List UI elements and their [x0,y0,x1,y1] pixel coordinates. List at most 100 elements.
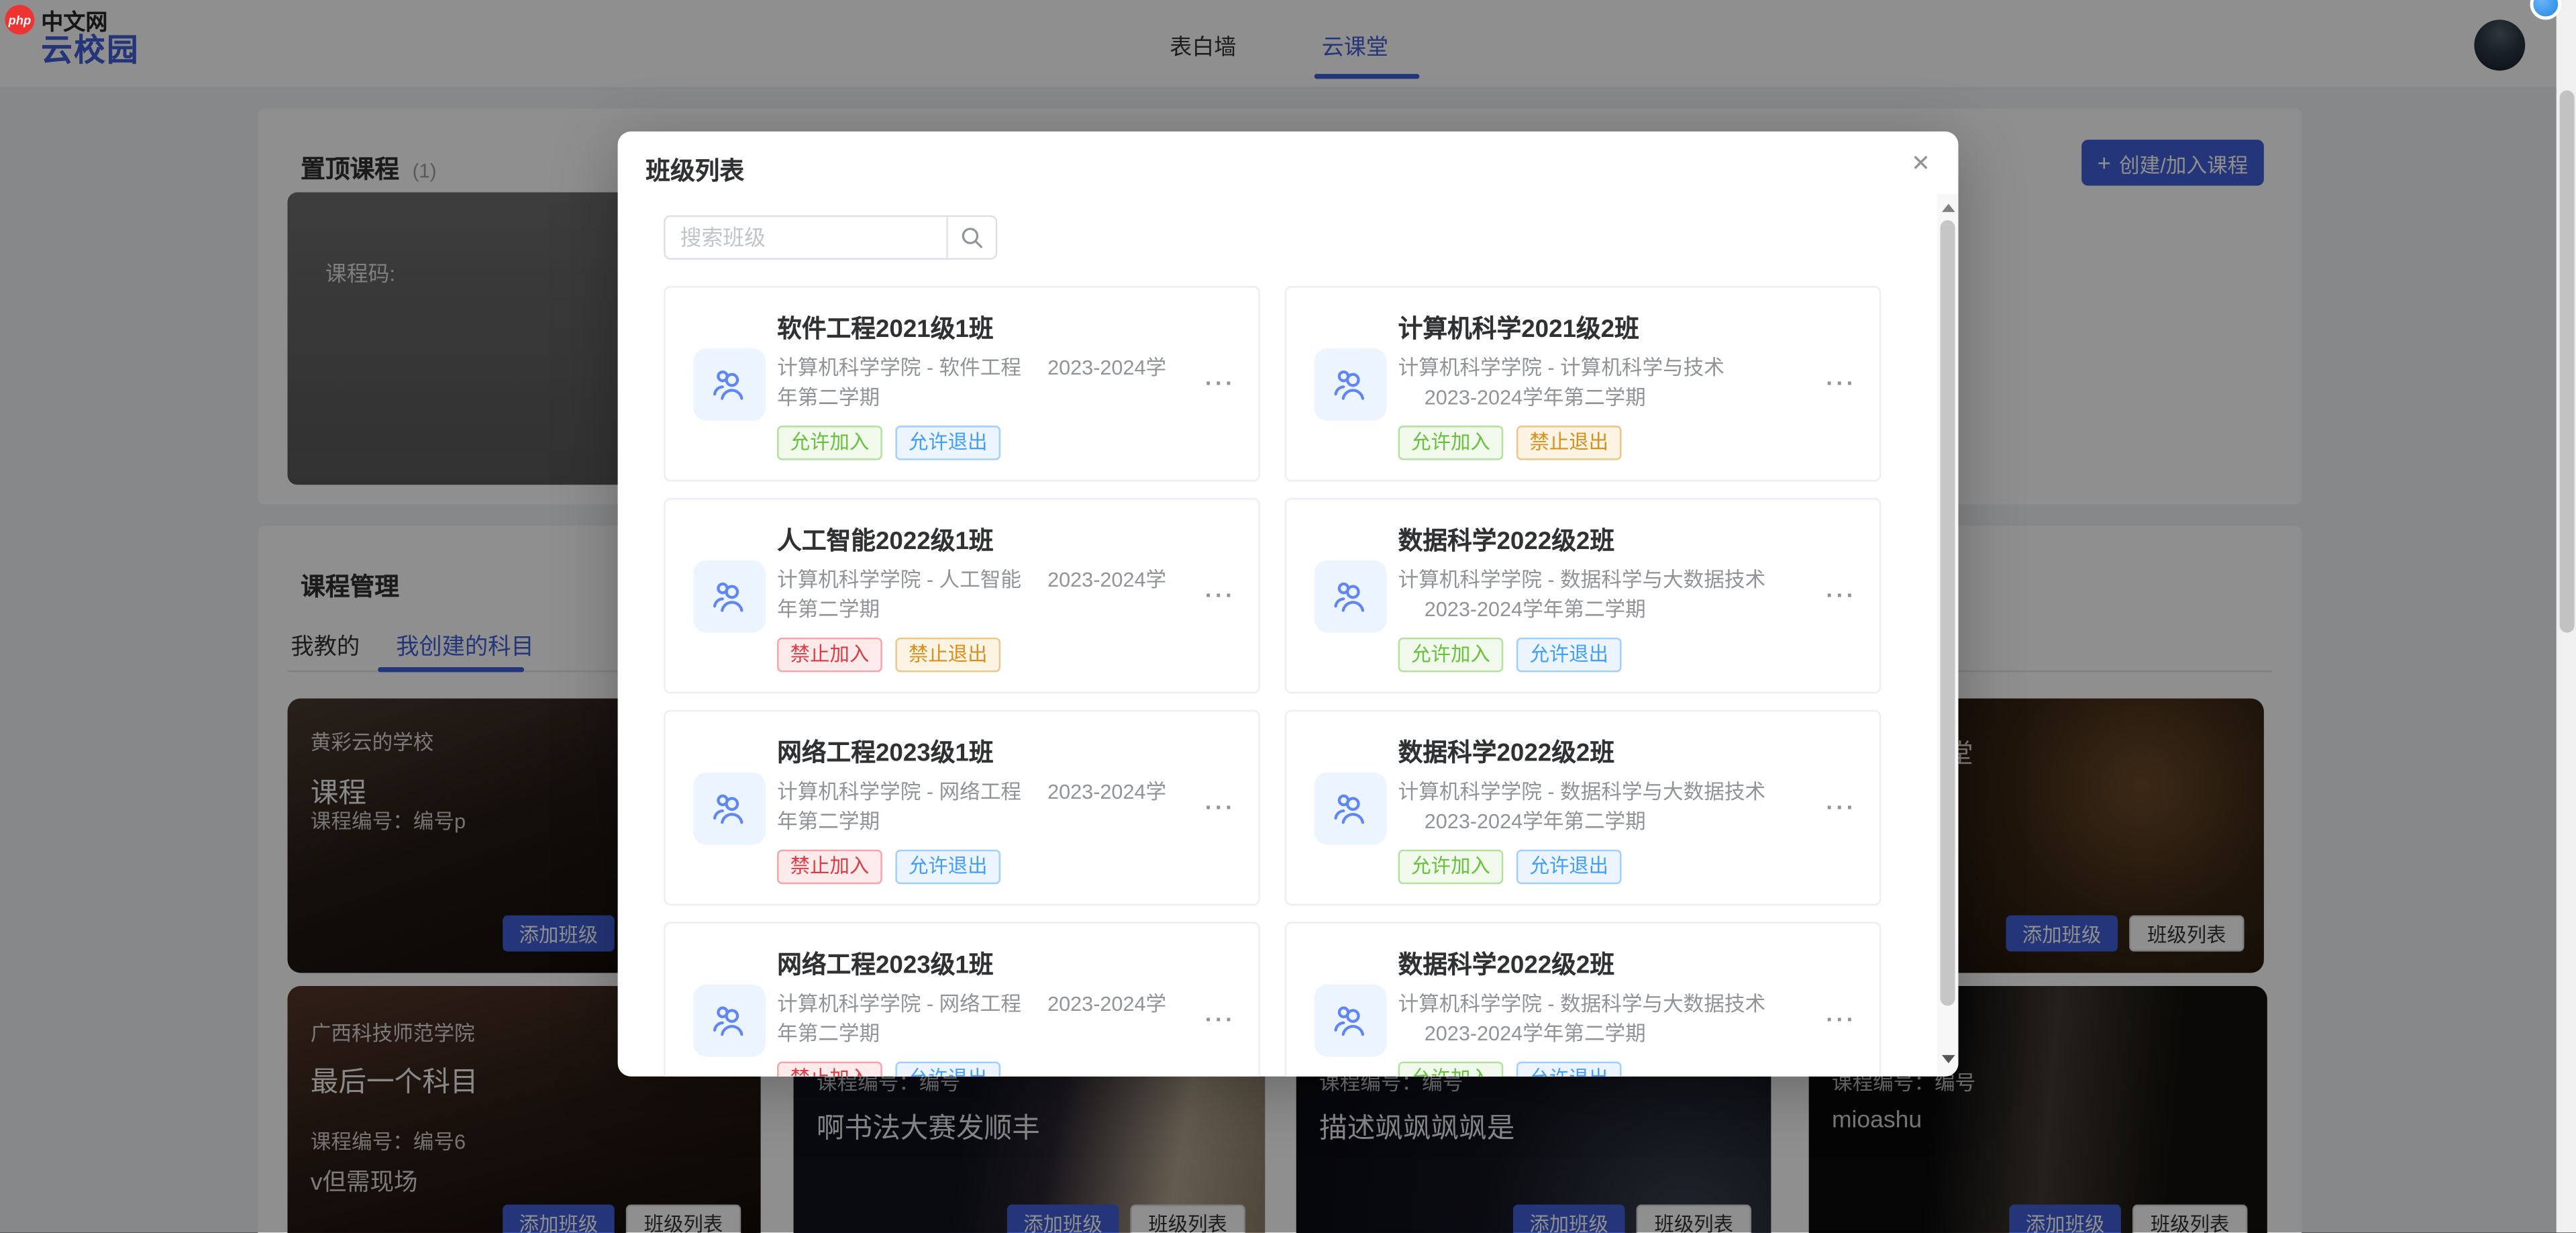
close-icon[interactable]: ✕ [1908,148,1934,177]
class-tags: 允许加入允许退出 [777,426,1000,460]
class-avatar [1315,348,1387,421]
class-card[interactable]: 数据科学2022级2班计算机科学学院 - 数据科学与大数据技术 2023-2024… [1285,710,1882,905]
tag-success: 允许加入 [1398,638,1504,672]
tag-warning: 禁止退出 [895,638,1000,672]
modal-title: 班级列表 [646,153,744,187]
people-icon [1329,999,1372,1042]
class-subtitle: 计算机科学学院 - 网络工程2023-2024学年第二学期 [777,777,1172,836]
class-avatar [1315,560,1387,633]
tag-blue: 允许退出 [895,850,1000,884]
class-card[interactable]: 人工智能2022级1班计算机科学学院 - 人工智能2023-2024学年第二学期… [664,498,1260,693]
tag-success: 允许加入 [1398,850,1504,884]
class-avatar [1315,773,1387,845]
search-icon [960,225,984,250]
more-options-icon[interactable]: ··· [1826,1005,1856,1032]
class-tags: 允许加入允许退出 [1398,850,1622,884]
class-subtitle: 计算机科学学院 - 计算机科学与技术 2023-2024学年第二学期 [1398,353,1793,412]
class-org: 计算机科学学院 - 数据科学与大数据技术 [1398,569,1765,591]
people-icon [1329,575,1372,618]
class-subtitle: 计算机科学学院 - 人工智能2023-2024学年第二学期 [777,565,1172,624]
class-name: 软件工程2021级1班 [777,311,994,345]
class-avatar [1315,985,1387,1057]
class-search [664,215,997,260]
tag-blue: 允许退出 [1516,638,1622,672]
class-tags: 禁止加入允许退出 [777,1062,1000,1077]
tag-danger: 禁止加入 [777,850,882,884]
class-tags: 禁止加入允许退出 [777,850,1000,884]
class-subtitle: 计算机科学学院 - 数据科学与大数据技术 2023-2024学年第二学期 [1398,777,1793,836]
people-icon [708,575,751,618]
class-name: 网络工程2023级1班 [777,734,994,769]
class-list-modal: 班级列表 ✕ 软件工程2021级1班计算机科学学院 - 软件工程2023-202… [618,132,1959,1077]
class-org: 计算机科学学院 - 网络工程 [777,781,1021,803]
class-tags: 允许加入允许退出 [1398,638,1622,672]
class-org: 计算机科学学院 - 软件工程 [777,356,1021,379]
people-icon [708,787,751,830]
class-term: 2023-2024学年第二学期 [1425,598,1646,621]
page-scrollbar-thumb[interactable] [2559,91,2573,633]
page-scrollbar[interactable] [2557,0,2576,1232]
class-grid: 软件工程2021级1班计算机科学学院 - 软件工程2023-2024学年第二学期… [664,286,1881,1077]
tag-blue: 允许退出 [895,1062,1000,1077]
search-button[interactable] [946,217,995,258]
more-options-icon[interactable]: ··· [1205,794,1235,820]
tag-blue: 允许退出 [895,426,1000,460]
class-avatar [693,348,766,421]
class-subtitle: 计算机科学学院 - 数据科学与大数据技术 2023-2024学年第二学期 [1398,565,1793,624]
modal-scrollbar[interactable] [1937,194,1959,1077]
people-icon [1329,363,1372,406]
class-name: 数据科学2022级2班 [1398,734,1615,769]
class-avatar [693,773,766,845]
class-name: 计算机科学2021级2班 [1398,311,1639,345]
class-card[interactable]: 网络工程2023级1班计算机科学学院 - 网络工程2023-2024学年第二学期… [664,922,1260,1077]
class-tags: 允许加入禁止退出 [1398,426,1622,460]
more-options-icon[interactable]: ··· [1205,582,1235,608]
people-icon [708,363,751,406]
class-name: 数据科学2022级2班 [1398,946,1615,981]
tag-blue: 允许退出 [1516,1062,1622,1077]
class-avatar [693,985,766,1057]
tag-success: 允许加入 [1398,1062,1504,1077]
tag-warning: 禁止退出 [1516,426,1622,460]
watermark-site-name: 中文网 [41,3,107,36]
scroll-down-arrow-icon[interactable] [1941,1055,1955,1063]
class-subtitle: 计算机科学学院 - 数据科学与大数据技术 2023-2024学年第二学期 [1398,989,1793,1048]
class-subtitle: 计算机科学学院 - 网络工程2023-2024学年第二学期 [777,989,1172,1048]
class-term: 2023-2024学年第二学期 [1425,386,1646,409]
site-watermark: php 中文网 [5,3,107,36]
class-card[interactable]: 数据科学2022级2班计算机科学学院 - 数据科学与大数据技术 2023-2024… [1285,922,1882,1077]
class-subtitle: 计算机科学学院 - 软件工程2023-2024学年第二学期 [777,353,1172,412]
tag-success: 允许加入 [777,426,882,460]
tag-blue: 允许退出 [1516,850,1622,884]
class-name: 人工智能2022级1班 [777,523,994,557]
tag-success: 允许加入 [1398,426,1504,460]
class-name: 数据科学2022级2班 [1398,523,1615,557]
class-avatar [693,560,766,633]
tag-danger: 禁止加入 [777,638,882,672]
class-card[interactable]: 数据科学2022级2班计算机科学学院 - 数据科学与大数据技术 2023-2024… [1285,498,1882,693]
screen: 云校园 表白墙云课堂 置顶课程(1) 课程码: + 创建/加入课程 课程管理 我… [0,0,2576,1233]
php-logo-icon: php [5,5,34,34]
class-org: 计算机科学学院 - 数据科学与大数据技术 [1398,781,1765,803]
more-options-icon[interactable]: ··· [1205,1005,1235,1032]
class-org: 计算机科学学院 - 网络工程 [777,993,1021,1016]
more-options-icon[interactable]: ··· [1826,794,1856,820]
more-options-icon[interactable]: ··· [1826,582,1856,608]
class-org: 计算机科学学院 - 数据科学与大数据技术 [1398,993,1765,1016]
class-term: 2023-2024学年第二学期 [1425,1022,1646,1045]
class-term: 2023-2024学年第二学期 [1425,810,1646,833]
class-tags: 允许加入允许退出 [1398,1062,1622,1077]
people-icon [708,999,751,1042]
modal-scrollbar-thumb[interactable] [1941,220,1955,1005]
class-card[interactable]: 网络工程2023级1班计算机科学学院 - 网络工程2023-2024学年第二学期… [664,710,1260,905]
class-org: 计算机科学学院 - 计算机科学与技术 [1398,356,1724,379]
search-input[interactable] [666,217,947,258]
class-card[interactable]: 计算机科学2021级2班计算机科学学院 - 计算机科学与技术 2023-2024学… [1285,286,1882,481]
more-options-icon[interactable]: ··· [1205,370,1235,396]
scroll-up-arrow-icon[interactable] [1941,204,1955,212]
tag-danger: 禁止加入 [777,1062,882,1077]
class-card[interactable]: 软件工程2021级1班计算机科学学院 - 软件工程2023-2024学年第二学期… [664,286,1260,481]
people-icon [1329,787,1372,830]
class-tags: 禁止加入禁止退出 [777,638,1000,672]
more-options-icon[interactable]: ··· [1826,370,1856,396]
